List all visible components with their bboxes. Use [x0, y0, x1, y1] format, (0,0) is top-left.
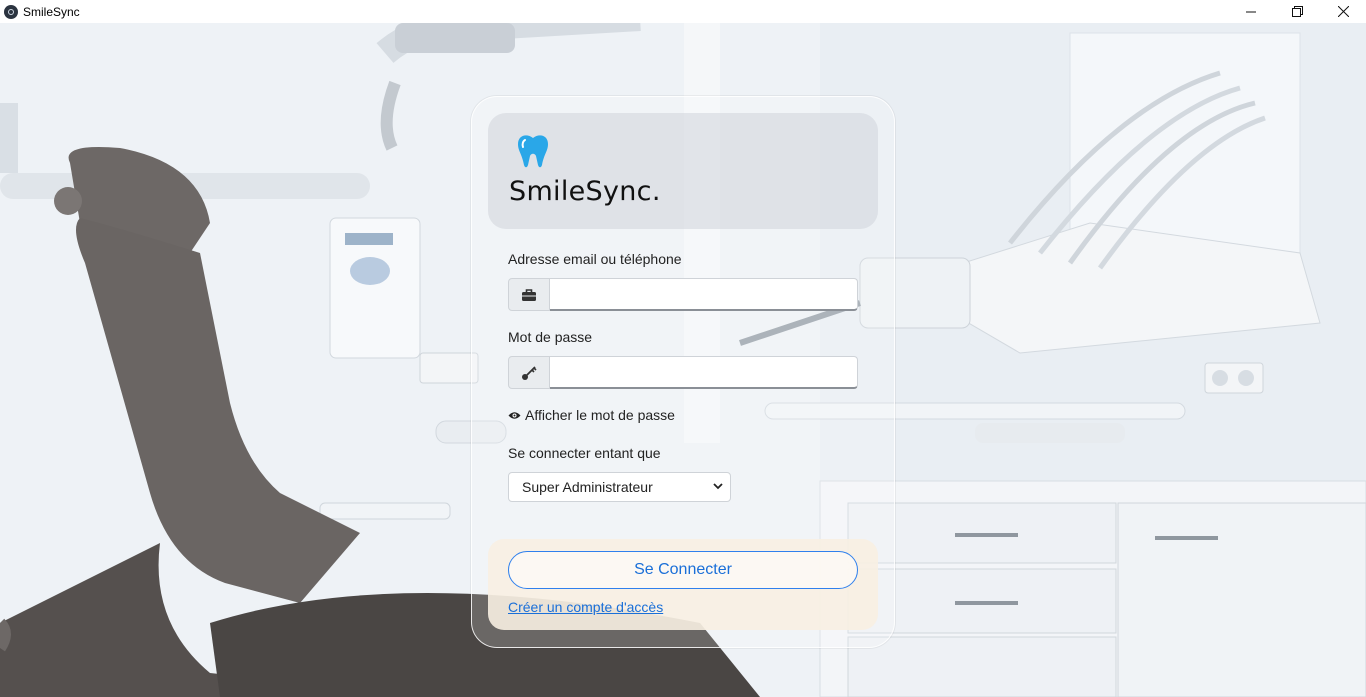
- connect-button[interactable]: Se Connecter: [508, 551, 858, 589]
- window-title: SmileSync: [23, 4, 80, 19]
- close-button[interactable]: [1320, 0, 1366, 23]
- app-logo-icon: [4, 4, 18, 19]
- email-field[interactable]: [550, 278, 858, 311]
- tooth-icon: [518, 135, 548, 168]
- key-icon: [522, 365, 537, 380]
- brand-name: SmileSync.: [509, 176, 661, 207]
- close-icon: [1337, 6, 1349, 17]
- window-controls: [1228, 0, 1366, 23]
- minimize-button[interactable]: [1228, 0, 1274, 23]
- create-account-link[interactable]: Créer un compte d'accès: [508, 599, 663, 615]
- chevron-down-icon: [713, 483, 723, 490]
- briefcase-icon: [522, 288, 536, 301]
- title-bar: SmileSync: [0, 0, 1366, 23]
- restore-button[interactable]: [1274, 0, 1320, 23]
- role-select[interactable]: Super Administrateur: [508, 472, 731, 502]
- password-field[interactable]: [550, 356, 858, 389]
- eye-icon: [508, 411, 521, 420]
- email-label: Adresse email ou téléphone: [508, 251, 682, 267]
- password-input-group: [508, 356, 858, 389]
- minimize-icon: [1246, 11, 1256, 12]
- password-addon: [508, 356, 550, 389]
- email-input-group: [508, 278, 858, 311]
- role-selected-value: Super Administrateur: [522, 479, 653, 495]
- brand-header: [488, 113, 878, 229]
- email-addon: [508, 278, 550, 311]
- show-password-label: Afficher le mot de passe: [525, 407, 675, 423]
- role-label: Se connecter entant que: [508, 445, 661, 461]
- password-label: Mot de passe: [508, 329, 593, 345]
- restore-icon: [1291, 6, 1303, 17]
- show-password-toggle[interactable]: Afficher le mot de passe: [508, 407, 675, 423]
